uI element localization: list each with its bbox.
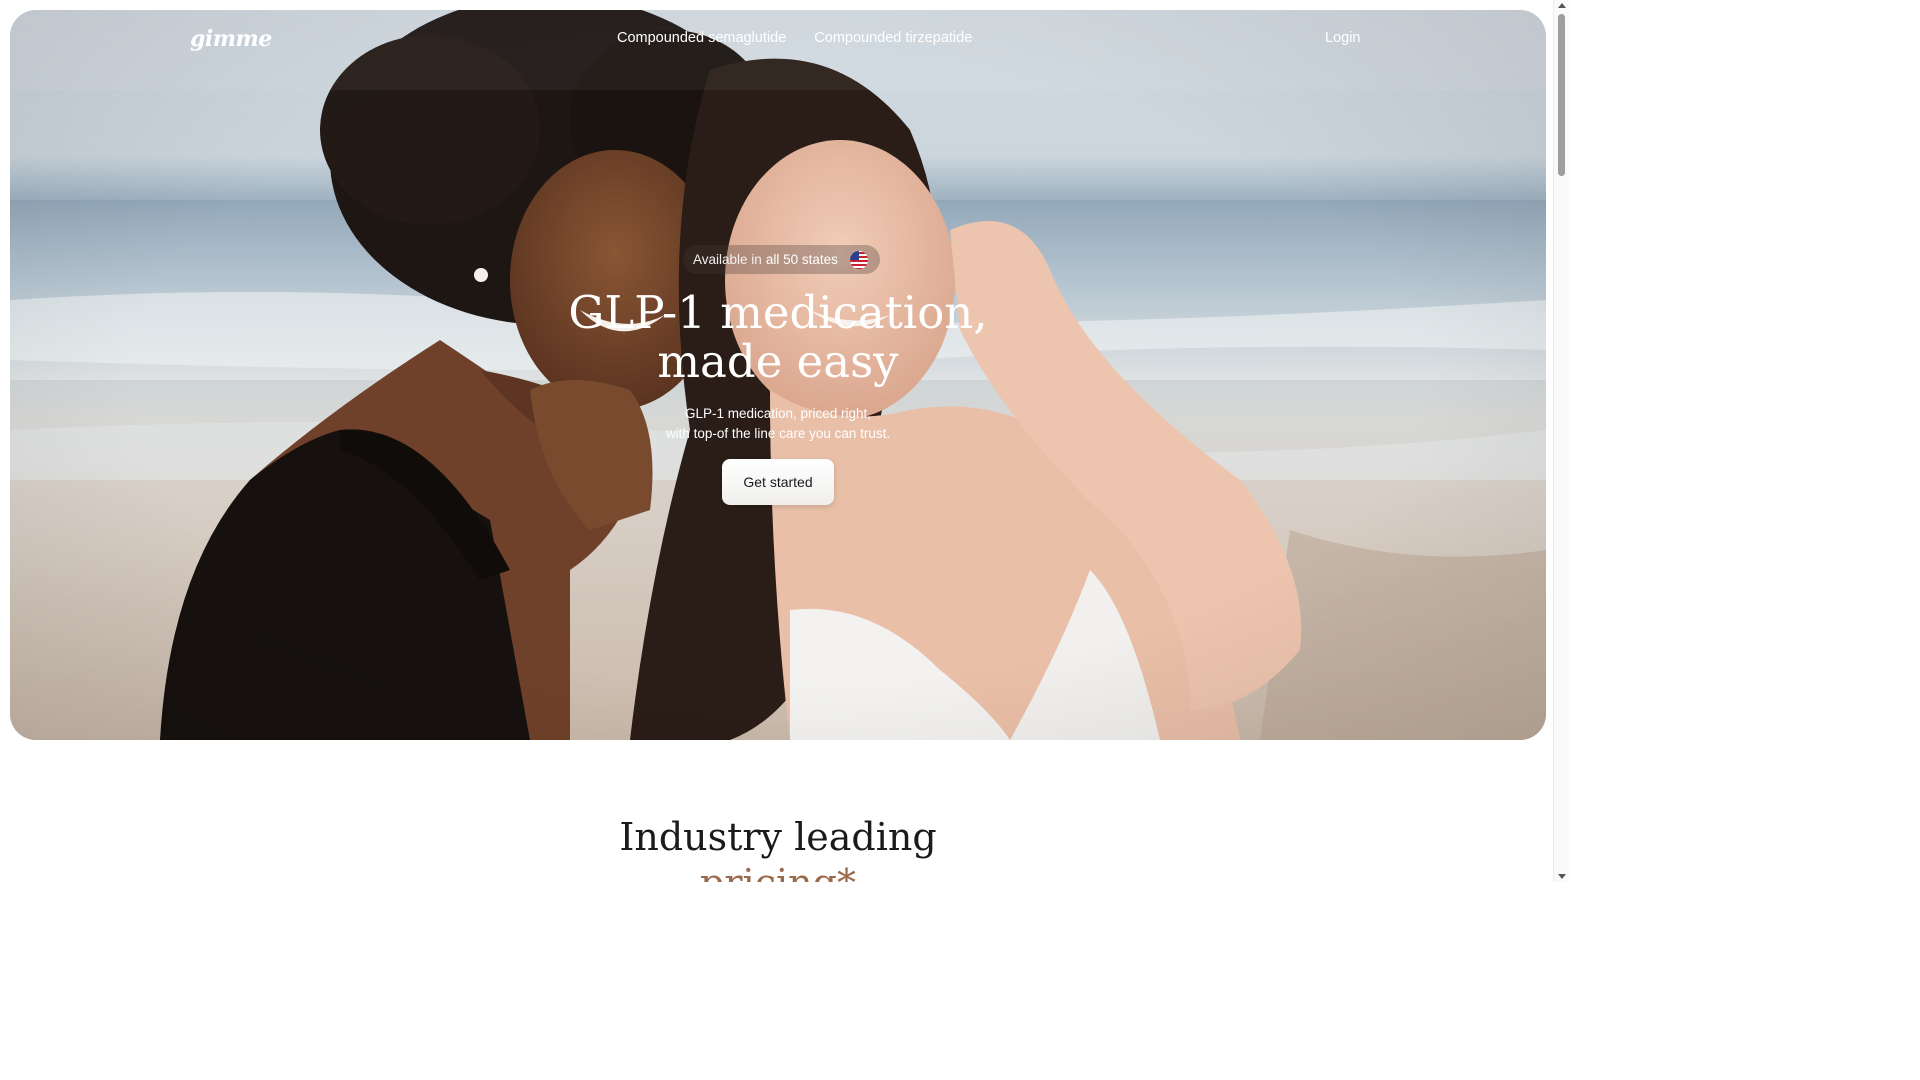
- scroll-down-icon[interactable]: [1558, 874, 1566, 879]
- pricing-section-title: Industry leading pricing*: [0, 814, 1553, 882]
- availability-badge: Available in all 50 states: [683, 245, 880, 274]
- page: gimme Compounded semaglutide Compounded …: [0, 0, 1553, 882]
- hero-subtitle-line-2: with top-of the line care you can trust.: [665, 426, 891, 441]
- nav-link-semaglutide[interactable]: Compounded semaglutide: [617, 30, 786, 46]
- pricing-asterisk: *: [837, 861, 856, 882]
- main-nav: Compounded semaglutide Compounded tirzep…: [617, 30, 972, 46]
- hero-section: gimme Compounded semaglutide Compounded …: [10, 10, 1546, 740]
- hero-title-line-1: GLP-1 medication,: [568, 286, 988, 339]
- nav-link-tirzepatide[interactable]: Compounded tirzepatide: [814, 30, 972, 46]
- badge-strong-text: all 50 states: [765, 252, 838, 267]
- scroll-thumb[interactable]: [1558, 14, 1565, 176]
- scroll-up-icon[interactable]: [1558, 3, 1566, 8]
- hero-title: GLP-1 medication, made easy: [10, 288, 1546, 386]
- page-scrollbar[interactable]: [1553, 0, 1569, 882]
- brand-logo[interactable]: gimme: [190, 26, 272, 52]
- badge-prefix: Available in: [693, 252, 762, 267]
- pricing-title-line-2: pricing*: [700, 861, 856, 882]
- pricing-word: pricing: [700, 861, 837, 882]
- hero-subtitle-line-1: GLP-1 medication, priced right,: [684, 406, 872, 421]
- login-link[interactable]: Login: [1325, 30, 1360, 46]
- pricing-title-line-1: Industry leading: [619, 815, 937, 859]
- hero-subtitle: GLP-1 medication, priced right, with top…: [10, 404, 1546, 444]
- get-started-button[interactable]: Get started: [722, 459, 834, 505]
- us-flag-icon: [849, 250, 868, 269]
- hero-title-line-2: made easy: [657, 335, 899, 388]
